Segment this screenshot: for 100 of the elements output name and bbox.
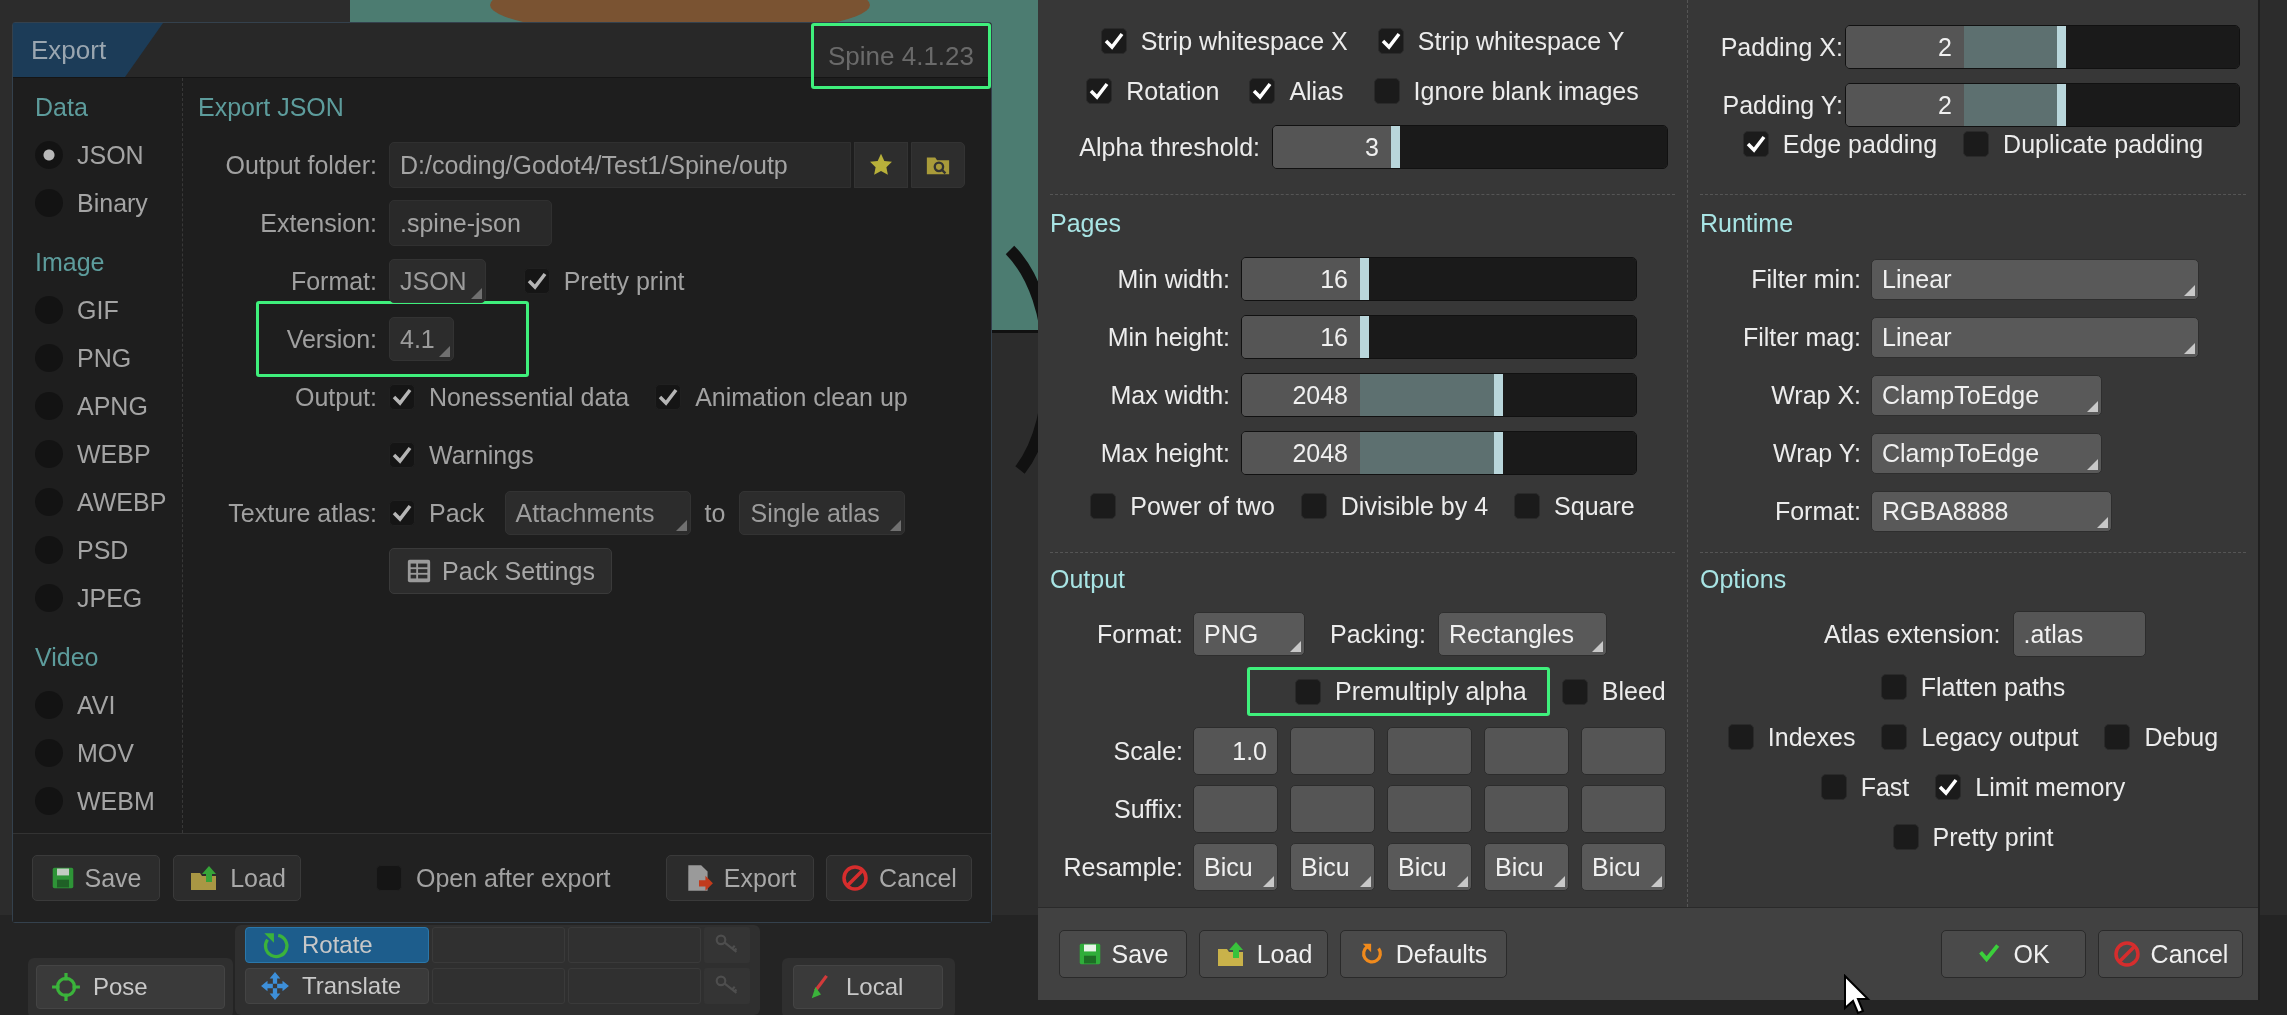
checkbox[interactable] — [1090, 493, 1117, 519]
format-dropdown[interactable]: PNG — [1193, 612, 1305, 656]
radio-button[interactable] — [35, 141, 63, 169]
dropdown[interactable]: RGBA8888 — [1871, 490, 2112, 532]
checkbox[interactable] — [1086, 78, 1113, 104]
save-button[interactable]: Save — [1059, 930, 1187, 978]
input-field[interactable] — [1581, 727, 1666, 775]
spin-slider[interactable]: 3 — [1272, 125, 1668, 169]
checkbox-label: Pretty print — [1932, 822, 2054, 852]
checkbox[interactable] — [389, 500, 415, 526]
export-button[interactable]: Export — [666, 855, 814, 901]
key-button[interactable] — [704, 927, 750, 963]
radio-label: MOV — [77, 738, 134, 768]
slider-fill[interactable] — [1360, 374, 1503, 416]
source-dropdown[interactable]: Attachments — [504, 491, 691, 535]
local-button[interactable]: Local — [793, 965, 943, 1009]
tool-button[interactable]: Translate — [245, 968, 429, 1004]
checkbox[interactable] — [1820, 774, 1847, 800]
slider-fill[interactable] — [1391, 126, 1400, 168]
checkbox[interactable] — [1963, 131, 1990, 157]
input-field[interactable]: 1.0 — [1193, 727, 1278, 775]
section-heading: Runtime — [1700, 208, 1795, 239]
checkbox[interactable] — [1881, 724, 1908, 750]
checkbox[interactable] — [389, 442, 415, 468]
dropdown[interactable]: ClampToEdge — [1871, 374, 2102, 416]
spin-slider[interactable]: 2048 — [1241, 431, 1637, 475]
favorite-button[interactable] — [854, 142, 908, 188]
spin-slider[interactable]: 16 — [1241, 257, 1637, 301]
checkbox[interactable] — [1561, 678, 1588, 705]
packing-dropdown[interactable]: Rectangles — [1437, 612, 1607, 656]
extension-field[interactable]: .spine-json — [389, 200, 552, 246]
checkbox[interactable] — [1377, 28, 1404, 54]
checkbox[interactable] — [1880, 674, 1907, 700]
slider-fill[interactable] — [1360, 432, 1503, 474]
checkbox-label: Divisible by 4 — [1340, 491, 1489, 521]
input-field[interactable] — [1290, 785, 1375, 833]
checkbox[interactable] — [1742, 131, 1769, 157]
checkbox[interactable] — [1892, 824, 1919, 850]
input-field[interactable] — [1290, 727, 1375, 775]
checkbox[interactable] — [2104, 724, 2131, 750]
input-field[interactable] — [1193, 785, 1278, 833]
slider-fill[interactable] — [1360, 316, 1369, 358]
resample-dropdown[interactable]: Bicu — [1581, 843, 1666, 891]
input-field[interactable] — [1581, 785, 1666, 833]
dropdown[interactable]: Linear — [1871, 258, 2199, 300]
tool-button[interactable]: Rotate — [245, 927, 429, 963]
checkbox[interactable] — [1300, 493, 1327, 519]
resample-dropdown[interactable]: Bicu — [1484, 843, 1569, 891]
radio-label: APNG — [77, 391, 148, 421]
target-dropdown[interactable]: Single atlas — [739, 491, 906, 535]
format-dropdown[interactable]: JSON — [389, 259, 486, 303]
checkbox[interactable] — [1249, 78, 1276, 104]
input-field[interactable] — [1387, 785, 1472, 833]
slider-fill[interactable] — [1360, 258, 1369, 300]
checkbox-label: Duplicate padding — [2003, 129, 2204, 159]
resample-dropdown[interactable]: Bicu — [1290, 843, 1375, 891]
checkbox-label: Premultiply alpha — [1335, 677, 1527, 706]
load-button[interactable]: Load — [173, 855, 301, 901]
checkbox-label: Warnings — [429, 440, 534, 470]
resample-dropdown[interactable]: Bicu — [1387, 843, 1472, 891]
checkbox[interactable] — [523, 268, 550, 294]
dropdown[interactable]: ClampToEdge — [1871, 432, 2102, 474]
star-icon — [868, 152, 894, 178]
checkbox-label: Debug — [2144, 722, 2219, 752]
version-dropdown[interactable]: 4.1 — [389, 317, 454, 361]
dropdown[interactable]: Linear — [1871, 316, 2199, 358]
load-button[interactable]: Load — [1199, 930, 1328, 978]
save-button[interactable]: Save — [32, 855, 160, 901]
checkbox[interactable] — [1100, 28, 1127, 54]
browse-button[interactable] — [911, 142, 965, 188]
checkbox[interactable] — [1295, 678, 1321, 705]
radio-label: JSON — [77, 140, 144, 170]
checkbox-label: Flatten paths — [1920, 672, 2066, 702]
cancel-button[interactable]: Cancel — [2098, 930, 2243, 978]
slider-fill[interactable] — [1964, 84, 2067, 126]
path-field[interactable]: D:/coding/Godot4/Test1/Spine/outp — [389, 142, 851, 188]
pose-button[interactable]: Pose — [36, 965, 225, 1009]
checkbox[interactable] — [389, 384, 415, 410]
checkbox[interactable] — [655, 384, 682, 410]
defaults-button[interactable]: Defaults — [1340, 930, 1507, 978]
extension-field[interactable]: .atlas — [2012, 611, 2146, 657]
key-button[interactable] — [704, 968, 750, 1004]
spin-slider[interactable]: 2048 — [1241, 373, 1637, 417]
input-field[interactable] — [1484, 727, 1569, 775]
input-field[interactable] — [1387, 727, 1472, 775]
checkbox[interactable] — [1727, 724, 1754, 750]
field-label: Scale: — [1112, 736, 1183, 766]
resample-dropdown[interactable]: Bicu — [1193, 843, 1278, 891]
spin-slider[interactable]: 2 — [1845, 25, 2240, 69]
ok-button[interactable]: OK — [1941, 930, 2086, 978]
checkbox[interactable] — [1373, 78, 1400, 104]
slider-fill[interactable] — [1964, 26, 2067, 68]
field-label: Filter min: — [1750, 264, 1861, 294]
pack-settings-button[interactable]: Pack Settings — [389, 548, 612, 594]
checkbox[interactable] — [1935, 774, 1962, 800]
spin-slider[interactable]: 16 — [1241, 315, 1637, 359]
checkbox[interactable] — [1514, 493, 1541, 519]
input-field[interactable] — [1484, 785, 1569, 833]
cancel-button[interactable]: Cancel — [826, 855, 972, 901]
spin-slider[interactable]: 2 — [1845, 83, 2240, 127]
